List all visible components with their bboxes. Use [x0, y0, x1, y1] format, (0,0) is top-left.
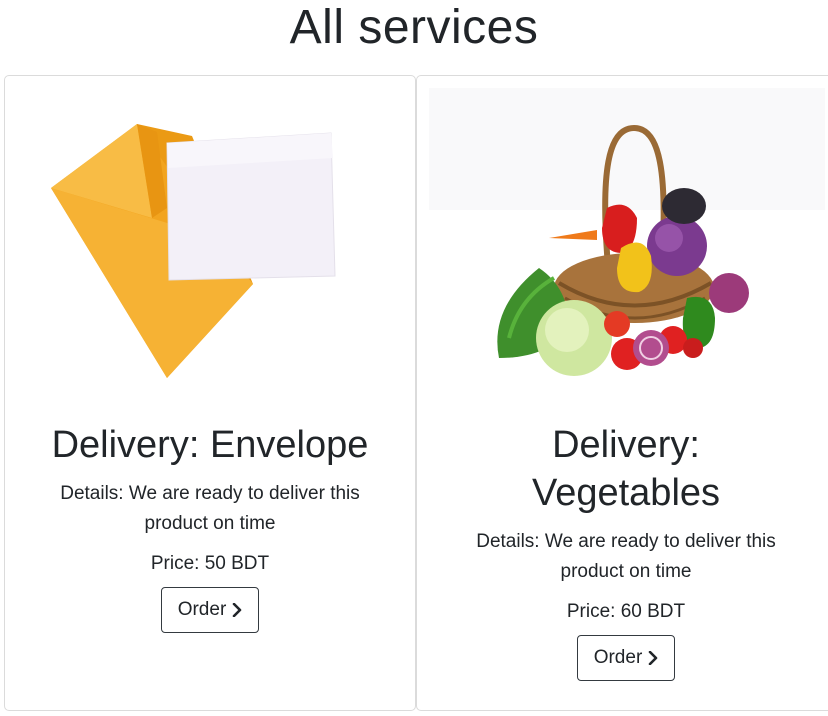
order-button-label: Order [593, 647, 643, 668]
vegetable-basket-image [429, 88, 825, 376]
service-card-vegetables: Delivery: Vegetables Details: We are rea… [416, 75, 828, 711]
card-body: Delivery: Envelope Details: We are ready… [5, 421, 415, 633]
chevron-right-icon [648, 651, 658, 665]
card-price: Price: 60 BDT [566, 601, 686, 622]
chevron-right-icon [232, 603, 242, 617]
order-button-label: Order [177, 599, 227, 620]
order-button[interactable]: Order [576, 635, 676, 681]
card-title: Delivery: Vegetables [531, 424, 721, 514]
envelope-image [51, 124, 336, 378]
card-price: Price: 50 BDT [150, 553, 270, 574]
card-details: Details: We are ready to deliver this pr… [476, 531, 776, 582]
card-details: Details: We are ready to deliver this pr… [60, 483, 360, 534]
card-body: Delivery: Vegetables Details: We are rea… [417, 421, 828, 681]
service-card-envelope: Delivery: Envelope Details: We are ready… [4, 75, 416, 711]
order-button[interactable]: Order [160, 587, 260, 633]
page-title: All services [289, 1, 539, 54]
card-title: Delivery: Envelope [51, 424, 369, 466]
